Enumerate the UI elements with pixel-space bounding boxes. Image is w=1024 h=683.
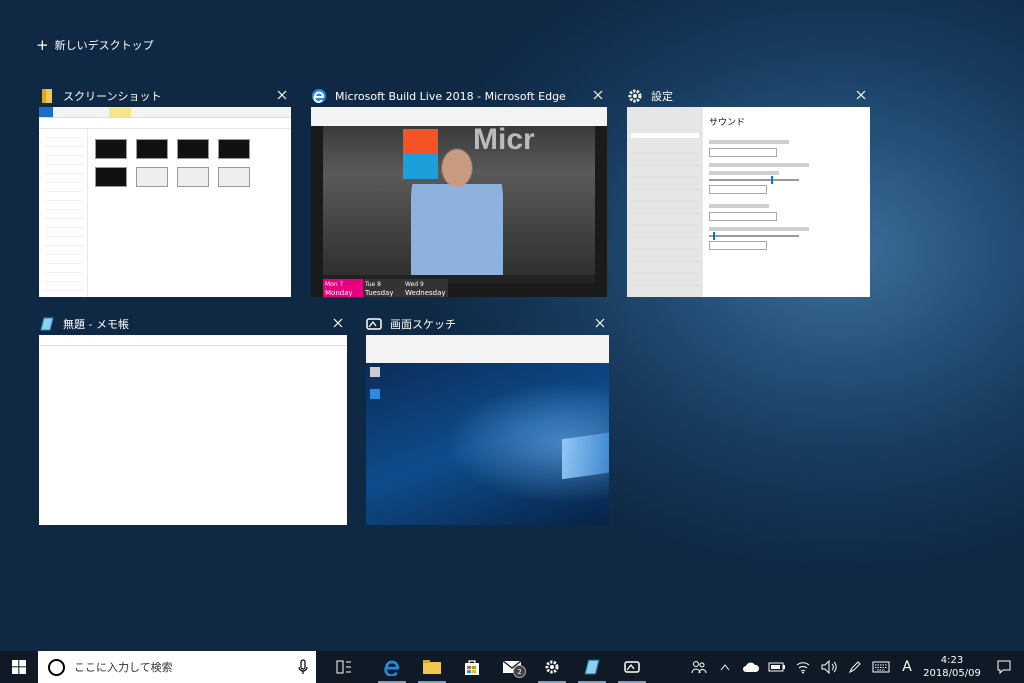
- window-title: 画面スケッチ: [390, 318, 456, 331]
- onedrive-icon[interactable]: [738, 651, 764, 683]
- window-thumbnail: [366, 335, 609, 525]
- window-notepad[interactable]: 無題 - メモ帳: [39, 313, 347, 525]
- start-button[interactable]: [0, 651, 38, 683]
- close-icon[interactable]: [329, 314, 347, 332]
- gear-icon: [627, 88, 643, 104]
- speaker-image: [411, 146, 503, 276]
- search-placeholder: ここに入力して検索: [74, 661, 173, 674]
- window-settings[interactable]: 設定 サウンド: [627, 85, 870, 297]
- clock-time: 4:23: [940, 655, 964, 666]
- folder-icon: [423, 660, 441, 674]
- system-tray: A 4:23 2018/05/09: [686, 651, 1024, 683]
- window-explorer[interactable]: スクリーンショット: [39, 85, 291, 297]
- window-thumbnail: サウンド: [627, 107, 870, 297]
- plus-icon: +: [36, 35, 49, 54]
- notepad-icon: [39, 316, 55, 332]
- taskbar-store[interactable]: [452, 651, 492, 683]
- microphone-icon[interactable]: [298, 659, 308, 678]
- window-title: Microsoft Build Live 2018 - Microsoft Ed…: [335, 89, 566, 103]
- sketch-icon: [624, 661, 640, 673]
- window-title: 無題 - メモ帳: [63, 318, 129, 331]
- task-view-icon: [336, 660, 351, 674]
- mail-badge: 2: [513, 665, 526, 678]
- taskbar-explorer[interactable]: [412, 651, 452, 683]
- wifi-icon[interactable]: [790, 651, 816, 683]
- close-icon[interactable]: [591, 314, 609, 332]
- gear-icon: [545, 660, 559, 674]
- notepad-icon: [584, 659, 600, 675]
- window-title: 設定: [651, 90, 673, 103]
- window-thumbnail: [39, 335, 347, 525]
- taskbar-edge[interactable]: [372, 651, 412, 683]
- cortana-icon: [48, 658, 65, 676]
- close-icon[interactable]: [852, 86, 870, 104]
- keyboard-icon[interactable]: [868, 651, 894, 683]
- close-icon[interactable]: [273, 86, 291, 104]
- edge-icon: [311, 88, 327, 104]
- clock[interactable]: 4:23 2018/05/09: [920, 654, 984, 680]
- window-screen-sketch[interactable]: 画面スケッチ: [366, 313, 609, 525]
- taskbar-notepad[interactable]: [572, 651, 612, 683]
- store-icon: [465, 660, 479, 675]
- taskbar-mail[interactable]: 2: [492, 651, 532, 683]
- window-title: スクリーンショット: [63, 90, 162, 103]
- clock-date: 2018/05/09: [923, 668, 981, 679]
- windows-logo-icon: [12, 660, 26, 674]
- window-edge[interactable]: Microsoft Build Live 2018 - Microsoft Ed…: [311, 85, 607, 297]
- taskbar-screen-sketch[interactable]: [612, 651, 652, 683]
- people-icon[interactable]: [686, 651, 712, 683]
- new-desktop-label: 新しいデスクトップ: [54, 39, 154, 52]
- day-tab: Tue 8 Tuesday: [363, 279, 403, 297]
- settings-heading: サウンド: [709, 118, 746, 128]
- volume-icon[interactable]: [816, 651, 842, 683]
- taskbar: ここに入力して検索 2 A 4:23 2018/05/09: [0, 651, 1024, 683]
- search-box[interactable]: ここに入力して検索: [38, 651, 316, 683]
- window-thumbnail: [39, 107, 291, 297]
- chevron-up-icon[interactable]: [712, 651, 738, 683]
- day-tab: Wed 9 Wednesday: [403, 279, 448, 297]
- action-center-icon[interactable]: [984, 651, 1024, 683]
- ime-indicator[interactable]: A: [894, 651, 920, 683]
- edge-icon: [384, 660, 399, 676]
- close-icon[interactable]: [589, 86, 607, 104]
- window-thumbnail: Micr Mon 7 Monday Tue 8 Tuesday Wed 9 Wedne…: [311, 107, 607, 297]
- new-desktop-button[interactable]: + 新しいデスクトップ: [36, 37, 154, 53]
- battery-icon[interactable]: [764, 651, 790, 683]
- taskbar-settings[interactable]: [532, 651, 572, 683]
- day-tab: Mon 7 Monday: [323, 279, 363, 297]
- pen-icon[interactable]: [842, 651, 868, 683]
- task-view-button[interactable]: [324, 651, 364, 683]
- sketch-icon: [366, 316, 382, 332]
- folder-icon: [39, 88, 55, 104]
